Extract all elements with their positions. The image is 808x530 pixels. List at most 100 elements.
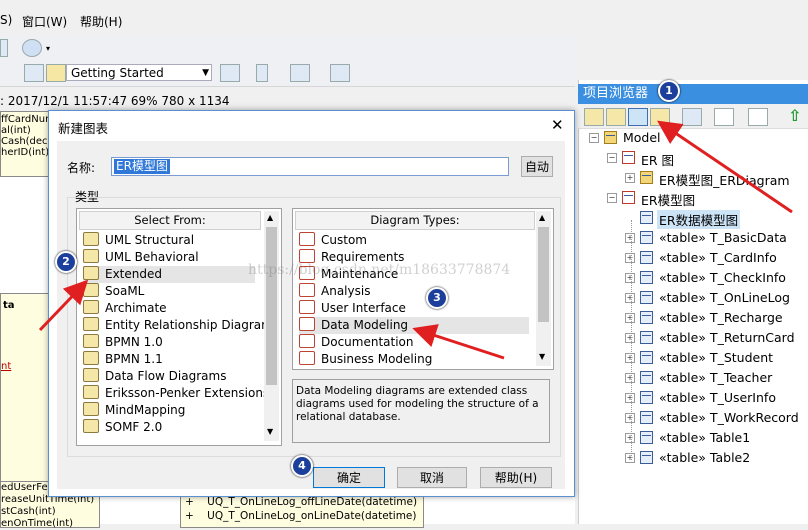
select-from-item[interactable]: UML Structural <box>83 232 255 249</box>
select-from-item[interactable]: BPMN 1.1 <box>83 351 255 368</box>
scroll-up-icon[interactable]: ▲ <box>539 213 545 222</box>
expand-icon[interactable]: + <box>625 233 635 243</box>
select-from-item[interactable]: Entity Relationship Diagram <box>83 317 273 334</box>
scroll-down-icon[interactable]: ▼ <box>267 427 273 436</box>
expand-icon[interactable]: + <box>625 353 635 363</box>
name-field[interactable]: ER模型图 <box>111 157 509 176</box>
expand-icon[interactable]: + <box>625 333 635 343</box>
collapse-icon[interactable]: − <box>589 133 599 143</box>
tree-item-label: ER数据模型图 <box>657 210 741 229</box>
select-from-item-label: Entity Relationship Diagram <box>105 318 273 332</box>
toolbar-button[interactable] <box>0 39 8 57</box>
diagram-types-list[interactable]: Diagram Types: Custom Requirements Mainten… <box>292 208 554 370</box>
line-style-icon[interactable] <box>290 64 310 82</box>
help-button[interactable]: 帮助(H) <box>480 467 552 488</box>
chevron-down-icon[interactable]: ▾ <box>46 44 50 53</box>
folder-icon <box>83 385 99 399</box>
cancel-button[interactable]: 取消 <box>397 467 467 488</box>
table-icon <box>640 431 653 444</box>
menu-item-window[interactable]: 窗口(W) <box>22 13 67 30</box>
table-icon <box>640 311 653 324</box>
class-box[interactable]: ta nt <box>0 293 50 495</box>
diagram-type-item[interactable]: Custom <box>299 232 529 249</box>
scroll-thumb[interactable] <box>266 227 277 385</box>
expand-icon[interactable]: + <box>625 373 635 383</box>
dialog-title: 新建图表 <box>58 121 109 136</box>
properties-icon[interactable] <box>714 108 734 126</box>
table-icon <box>640 271 653 284</box>
getting-started-icon[interactable] <box>46 64 66 82</box>
move-up-icon[interactable]: ⇧ <box>788 106 801 125</box>
expand-icon[interactable]: + <box>625 433 635 443</box>
tree-item-label: «table» Table1 <box>659 430 751 445</box>
menu-item[interactable]: S) <box>0 13 12 27</box>
collapse-icon[interactable]: − <box>607 153 617 163</box>
tree-item-label: «table» T_OnLineLog <box>659 290 790 305</box>
select-from-item[interactable]: BPMN 1.0 <box>83 334 255 351</box>
select-from-header: Select From: <box>79 211 261 230</box>
select-from-item[interactable]: MindMapping <box>83 402 255 419</box>
class-operation: UQ_T_OnLineLog_onLineDate(datetime) <box>207 510 417 522</box>
diagram-type-label: Custom <box>321 233 367 247</box>
expand-icon[interactable]: + <box>625 253 635 263</box>
expand-icon[interactable]: + <box>625 413 635 423</box>
expand-icon[interactable]: + <box>625 273 635 283</box>
expand-icon[interactable]: + <box>625 453 635 463</box>
new-diagram-icon[interactable] <box>628 108 648 126</box>
new-package-icon[interactable] <box>606 108 626 126</box>
badge-1: 1 <box>658 80 680 102</box>
close-icon[interactable]: ✕ <box>551 116 564 134</box>
new-model-icon[interactable] <box>584 108 604 126</box>
documents-icon[interactable] <box>748 108 768 126</box>
help-icon[interactable] <box>22 39 42 57</box>
select-from-item[interactable]: Data Flow Diagrams <box>83 368 255 385</box>
tree-item-label: «table» T_ReturnCard <box>659 330 795 345</box>
table-icon <box>640 231 653 244</box>
diagram-type-item[interactable]: Analysis <box>299 283 529 300</box>
select-from-item-label: Extended <box>105 267 162 281</box>
class-box[interactable]: + UQ_T_OnLineLog_offLineDate(datetime) +… <box>180 494 424 528</box>
diagram-type-item[interactable]: Data Modeling <box>299 317 529 334</box>
view-combo[interactable]: Getting Started ▼ <box>66 64 212 81</box>
folder-icon <box>83 334 99 348</box>
select-from-item[interactable]: Eriksson-Penker Extensions <box>83 385 269 402</box>
select-from-item[interactable]: UML Behavioral <box>83 249 255 266</box>
grid-icon[interactable] <box>220 64 240 82</box>
new-element-icon[interactable] <box>650 108 670 126</box>
expand-icon[interactable]: + <box>625 393 635 403</box>
select-from-scrollbar[interactable]: ▲ ▼ <box>264 211 279 441</box>
ok-button[interactable]: 确定 <box>313 467 385 488</box>
expand-icon[interactable]: + <box>625 173 635 183</box>
diagram-type-item[interactable]: Documentation <box>299 334 529 351</box>
diagram-type-item[interactable]: User Interface <box>299 300 529 317</box>
diagram-type-icon <box>299 283 315 297</box>
package-icon <box>622 151 635 164</box>
expand-icon[interactable]: + <box>625 293 635 303</box>
tree-item-label: «table» Table2 <box>659 450 751 465</box>
select-from-list[interactable]: Select From: UML Structural UML Behaviora… <box>76 208 282 446</box>
scroll-down-icon[interactable]: ▼ <box>539 352 545 361</box>
diagram-types-scrollbar[interactable]: ▲ ▼ <box>536 211 551 366</box>
select-from-item-label: Data Flow Diagrams <box>105 369 227 383</box>
diagram-type-item[interactable]: Business Modeling <box>299 351 529 368</box>
auto-button[interactable]: 自动 <box>521 156 553 177</box>
expand-icon[interactable]: + <box>625 313 635 323</box>
package-icon <box>622 191 635 204</box>
select-from-item[interactable]: SOMF 2.0 <box>83 419 255 436</box>
badge-2: 2 <box>55 251 77 273</box>
tree-item-label: «table» T_BasicData <box>659 230 787 245</box>
menu-item-help[interactable]: 帮助(H) <box>80 13 122 30</box>
page-icon[interactable] <box>256 64 268 82</box>
collapse-icon[interactable]: − <box>607 193 617 203</box>
class-attribute: enOnTime(int) <box>1 518 74 529</box>
scroll-up-icon[interactable]: ▲ <box>267 213 273 222</box>
select-from-item[interactable]: Archimate <box>83 300 255 317</box>
save-icon[interactable] <box>24 64 44 82</box>
select-from-item[interactable]: Extended <box>83 266 255 283</box>
binoculars-icon[interactable] <box>682 108 702 126</box>
layout-icon[interactable] <box>330 64 350 82</box>
scroll-thumb[interactable] <box>538 227 549 322</box>
class-attribute: nt <box>1 361 12 372</box>
folder-icon <box>83 249 99 263</box>
select-from-item[interactable]: SoaML <box>83 283 255 300</box>
